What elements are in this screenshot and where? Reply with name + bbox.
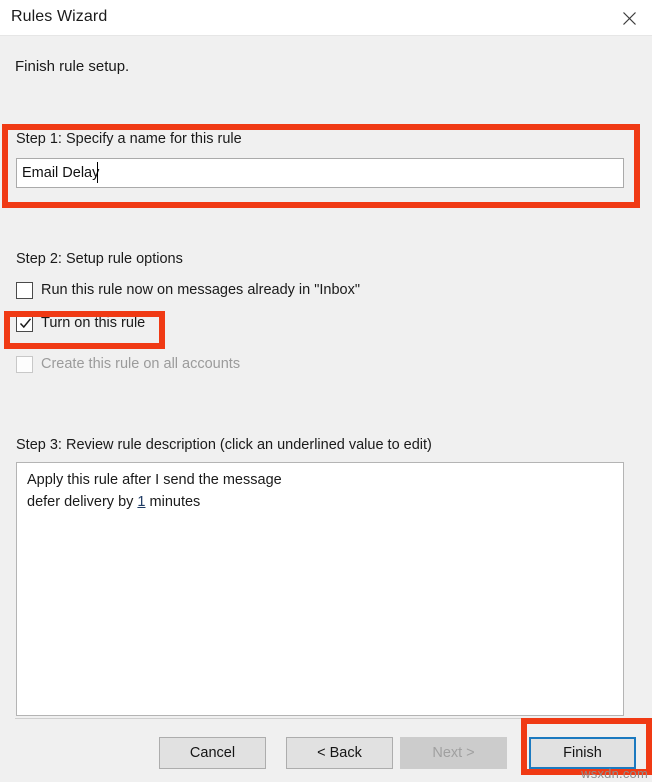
- description-prefix: defer delivery by: [27, 494, 138, 510]
- description-line-2: defer delivery by 1 minutes: [27, 494, 200, 510]
- title-bar: Rules Wizard: [0, 0, 652, 36]
- step3-label: Step 3: Review rule description (click a…: [16, 437, 432, 453]
- finish-button[interactable]: Finish: [529, 737, 636, 769]
- rule-description-box[interactable]: Apply this rule after I send the message…: [16, 462, 624, 716]
- window-title: Rules Wizard: [11, 8, 108, 25]
- checkbox-label: Create this rule on all accounts: [41, 356, 241, 372]
- next-button: Next >: [400, 737, 507, 769]
- wizard-step-heading: Finish rule setup.: [15, 58, 130, 75]
- rule-name-input[interactable]: [16, 158, 624, 188]
- checkbox-label: Run this rule now on messages already in…: [41, 282, 360, 298]
- checkbox-label: Turn on this rule: [41, 315, 146, 331]
- close-icon: [622, 11, 636, 25]
- checkbox-box[interactable]: [16, 281, 33, 299]
- checkbox-create-rule-all-accounts: Create this rule on all accounts: [16, 353, 240, 375]
- description-suffix: minutes: [145, 494, 201, 510]
- checkbox-turn-on-rule[interactable]: Turn on this rule: [16, 312, 145, 334]
- watermark: wsxdn.com: [581, 766, 648, 781]
- footer-divider: [15, 718, 640, 719]
- step2-label: Step 2: Setup rule options: [16, 251, 183, 267]
- text-cursor: [97, 162, 98, 183]
- dialog-body: Step 1: Specify a name for this rule Ste…: [0, 96, 652, 782]
- step1-label: Step 1: Specify a name for this rule: [16, 131, 242, 147]
- defer-minutes-link[interactable]: 1: [137, 494, 145, 510]
- checkbox-box: [16, 355, 33, 373]
- checkbox-run-rule-now[interactable]: Run this rule now on messages already in…: [16, 279, 360, 301]
- back-button[interactable]: < Back: [286, 737, 393, 769]
- close-button[interactable]: [606, 0, 652, 36]
- checkmark-icon: [19, 317, 32, 330]
- description-line-1: Apply this rule after I send the message: [27, 472, 282, 488]
- cancel-button[interactable]: Cancel: [159, 737, 266, 769]
- checkbox-box[interactable]: [16, 314, 33, 332]
- header-strip: Finish rule setup.: [0, 36, 652, 96]
